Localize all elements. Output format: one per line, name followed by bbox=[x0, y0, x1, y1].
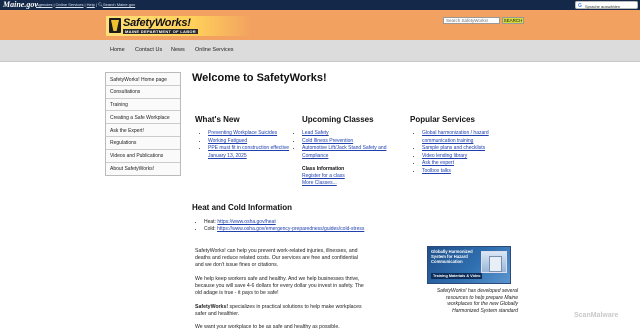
heat-cold-heading: Heat and Cold Information bbox=[192, 203, 292, 212]
heat-link[interactable]: https://www.osha.gov/heat bbox=[217, 219, 275, 225]
list-item: Ask the expert bbox=[422, 160, 508, 168]
hard-hat-sign-icon bbox=[109, 18, 121, 33]
list-item: Global harmonization / hazard communicat… bbox=[422, 130, 508, 145]
logo-subtitle: MAINE DEPARTMENT OF LABOR bbox=[123, 29, 198, 34]
brand-bold: SafetyWorks! bbox=[195, 304, 229, 310]
nav-home[interactable]: Home bbox=[110, 47, 125, 53]
nav-news[interactable]: News bbox=[171, 47, 185, 53]
sidebar-item-consultations[interactable]: Consultations bbox=[106, 86, 180, 99]
list-item: Toolbox talks bbox=[422, 168, 508, 176]
logo-title: SafetyWorks! bbox=[123, 17, 191, 29]
whats-new-heading: What's New bbox=[195, 115, 240, 124]
class-link[interactable]: Cold Illness Prevention bbox=[302, 138, 353, 144]
page-title: Welcome to SafetyWorks! bbox=[192, 72, 327, 84]
popular-services-list: Global harmonization / hazard communicat… bbox=[416, 130, 508, 176]
sidebar-item-ask-expert[interactable]: Ask the Expert! bbox=[106, 124, 180, 137]
promo-band: Training Materials & Video bbox=[431, 273, 483, 279]
nav-online-services[interactable]: Online Services bbox=[195, 47, 234, 53]
training-binder-image bbox=[481, 251, 507, 273]
maine-gov-bar: Maine.gov Agencies|Online Services|Help|… bbox=[0, 0, 640, 10]
main-nav: Home Contact Us News Online Services bbox=[0, 40, 640, 62]
search-button[interactable]: SEARCH bbox=[502, 17, 524, 24]
sidebar-item-safe-workplace[interactable]: Creating a Safe Workplace bbox=[106, 111, 180, 125]
specialize-paragraph: SafetyWorks! specializes in practical so… bbox=[195, 304, 365, 318]
list-item: PPE must fit in construction effective J… bbox=[208, 145, 300, 160]
scanmalware-watermark: ScanMalware bbox=[574, 312, 619, 319]
gov-link-help[interactable]: Help bbox=[87, 2, 95, 7]
nav-contact-us[interactable]: Contact Us bbox=[135, 47, 162, 53]
promo-caption: SafetyWorks! has developed several resou… bbox=[436, 288, 518, 314]
list-item: Lead Safety bbox=[302, 130, 400, 138]
gov-links: Agencies|Online Services|Help|🔍︎Search M… bbox=[36, 2, 136, 7]
cold-link[interactable]: https://www.osha.gov/emergency-preparedn… bbox=[217, 226, 364, 232]
list-item: Working Fatigued bbox=[208, 138, 300, 146]
service-link[interactable]: Toolbox talks bbox=[422, 168, 451, 174]
upcoming-classes-list: Lead Safety Cold Illness Prevention Auto… bbox=[296, 130, 400, 160]
class-information: Class Information Register for a class M… bbox=[302, 166, 345, 188]
promo-title: Globally Harmonized System for Hazard Co… bbox=[431, 249, 473, 264]
class-info-heading: Class Information bbox=[302, 166, 345, 172]
heat-label: Heat: bbox=[204, 219, 218, 225]
sidebar-item-videos[interactable]: Videos and Publications bbox=[106, 150, 180, 163]
goal-paragraph: We want your workplace to be as safe and… bbox=[195, 324, 340, 330]
translate-label: Sprache auswählen bbox=[585, 3, 621, 9]
maine-gov-logo[interactable]: Maine.gov bbox=[3, 0, 38, 9]
list-item: Cold: https://www.osha.gov/emergency-pre… bbox=[204, 226, 364, 233]
translate-widget[interactable]: G Sprache auswählen bbox=[575, 1, 638, 9]
popular-services-heading: Popular Services bbox=[410, 115, 475, 124]
gov-link-online-services[interactable]: Online Services bbox=[56, 2, 84, 7]
list-item: Automotive Lift/Jack Stand Safety and Co… bbox=[302, 145, 400, 160]
list-item: Cold Illness Prevention bbox=[302, 138, 400, 146]
list-item: Heat: https://www.osha.gov/heat bbox=[204, 219, 364, 226]
list-item: Preventing Workplace Suicides bbox=[208, 130, 300, 138]
upcoming-classes-heading: Upcoming Classes bbox=[302, 115, 374, 124]
search-input[interactable] bbox=[443, 17, 500, 24]
sidebar-item-about[interactable]: About SafetyWorks! bbox=[106, 163, 180, 176]
class-link[interactable]: Automotive Lift/Jack Stand Safety and Co… bbox=[302, 145, 387, 159]
intro-paragraph: SafetyWorks! can help you prevent work-r… bbox=[195, 248, 358, 268]
service-link[interactable]: Video lending library bbox=[422, 153, 467, 159]
cold-label: Cold: bbox=[204, 226, 218, 233]
whats-new-link[interactable]: Working Fatigued bbox=[208, 138, 247, 144]
service-link[interactable]: Global harmonization / hazard communicat… bbox=[422, 130, 489, 144]
safetyworks-logo[interactable]: SafetyWorks! MAINE DEPARTMENT OF LABOR bbox=[106, 16, 252, 36]
service-link[interactable]: Sample plans and checklists bbox=[422, 145, 485, 151]
list-item: Sample plans and checklists bbox=[422, 145, 508, 153]
more-classes-link[interactable]: More Classes... bbox=[302, 180, 345, 187]
sidebar-menu: SafetyWorks! Home page Consultations Tra… bbox=[105, 72, 181, 177]
whats-new-link[interactable]: PPE must fit in construction effective J… bbox=[208, 145, 289, 159]
sidebar-item-regulations[interactable]: Regulations bbox=[106, 137, 180, 150]
ghs-promo-image[interactable]: Globally Harmonized System for Hazard Co… bbox=[427, 246, 511, 284]
benefit-paragraph: We help keep workers safe and healthy. A… bbox=[195, 276, 364, 296]
whats-new-link[interactable]: Preventing Workplace Suicides bbox=[208, 130, 277, 136]
heat-cold-list: Heat: https://www.osha.gov/heat Cold: ht… bbox=[198, 219, 364, 234]
google-icon: G bbox=[578, 3, 582, 9]
gov-link-search[interactable]: Search Maine.gov bbox=[103, 2, 135, 7]
gov-link-agencies[interactable]: Agencies bbox=[36, 2, 52, 7]
sidebar-item-training[interactable]: Training bbox=[106, 99, 180, 112]
site-header: SafetyWorks! MAINE DEPARTMENT OF LABOR S… bbox=[0, 10, 640, 40]
whats-new-list: Preventing Workplace Suicides Working Fa… bbox=[202, 130, 300, 160]
class-link[interactable]: Lead Safety bbox=[302, 130, 329, 136]
sidebar-item-home[interactable]: SafetyWorks! Home page bbox=[106, 73, 180, 86]
register-class-link[interactable]: Register for a class bbox=[302, 173, 345, 180]
service-link[interactable]: Ask the expert bbox=[422, 160, 454, 166]
list-item: Video lending library bbox=[422, 153, 508, 161]
